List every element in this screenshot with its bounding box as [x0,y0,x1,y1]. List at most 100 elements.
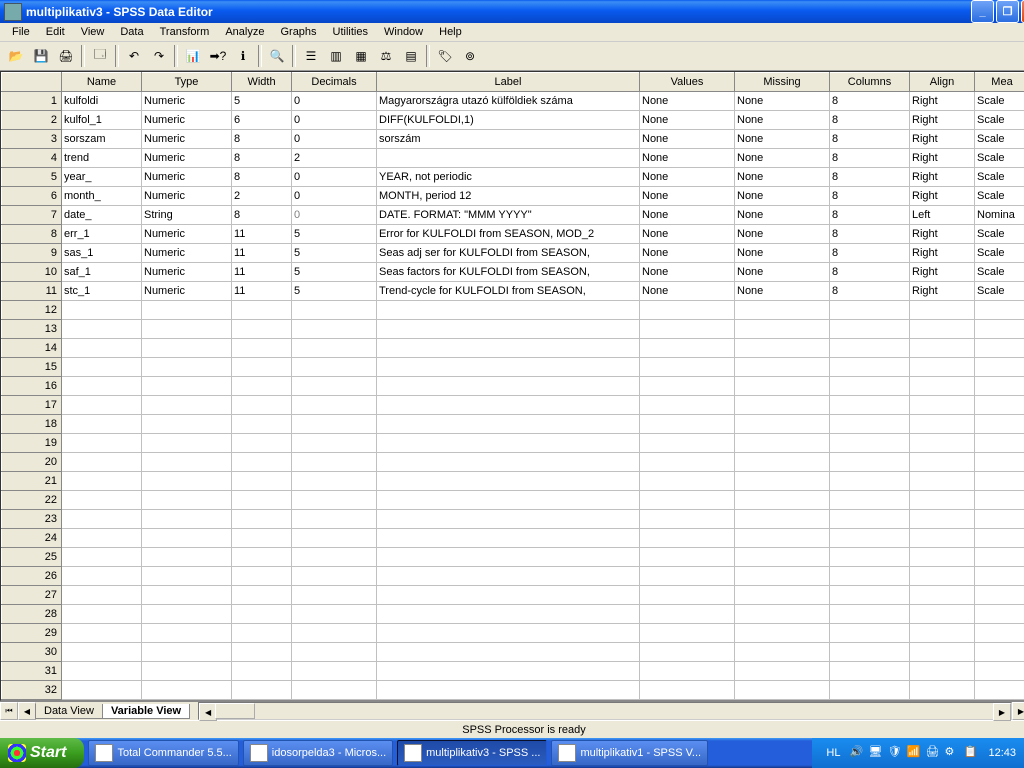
cell-width[interactable]: 8 [232,130,292,149]
empty-cell[interactable] [975,681,1024,700]
empty-cell[interactable] [377,396,640,415]
taskbar-task[interactable]: multiplikativ1 - SPSS V... [551,740,708,766]
empty-cell[interactable] [975,586,1024,605]
menu-transform[interactable]: Transform [152,24,218,40]
table-row[interactable]: 16 [2,377,1024,396]
cell-width[interactable]: 6 [232,111,292,130]
table-row[interactable]: 22 [2,491,1024,510]
cell-missing[interactable]: None [735,263,830,282]
empty-cell[interactable] [292,320,377,339]
empty-cell[interactable] [640,339,735,358]
empty-cell[interactable] [232,567,292,586]
empty-cell[interactable] [142,377,232,396]
empty-cell[interactable] [910,358,975,377]
empty-cell[interactable] [910,339,975,358]
table-row[interactable]: 9sas_1Numeric115Seas adj ser for KULFOLD… [2,244,1024,263]
menu-utilities[interactable]: Utilities [325,24,376,40]
cell-align[interactable]: Right [910,130,975,149]
empty-cell[interactable] [232,358,292,377]
empty-cell[interactable] [910,377,975,396]
empty-cell[interactable] [142,320,232,339]
empty-cell[interactable] [292,301,377,320]
empty-cell[interactable] [142,624,232,643]
empty-cell[interactable] [830,548,910,567]
table-row[interactable]: 29 [2,624,1024,643]
empty-cell[interactable] [640,472,735,491]
empty-cell[interactable] [975,567,1024,586]
empty-cell[interactable] [735,396,830,415]
table-row[interactable]: 24 [2,529,1024,548]
empty-cell[interactable] [975,358,1024,377]
empty-cell[interactable] [62,396,142,415]
empty-cell[interactable] [292,662,377,681]
empty-cell[interactable] [910,548,975,567]
empty-cell[interactable] [62,339,142,358]
empty-cell[interactable] [62,491,142,510]
empty-cell[interactable] [292,396,377,415]
empty-cell[interactable] [735,453,830,472]
empty-cell[interactable] [830,605,910,624]
cell-label[interactable]: sorszám [377,130,640,149]
cell-measure[interactable]: Scale [975,244,1024,263]
horizontal-scrollbar[interactable]: ◀ ▶ [198,702,1012,720]
cell-missing[interactable]: None [735,244,830,263]
table-row[interactable]: 18 [2,415,1024,434]
nav-next-icon[interactable]: ▶ [1012,702,1024,720]
empty-cell[interactable] [62,605,142,624]
cell-missing[interactable]: None [735,111,830,130]
insert-case-icon[interactable]: ☰ [299,44,323,68]
table-row[interactable]: 30 [2,643,1024,662]
cell-decimals[interactable]: 2 [292,149,377,168]
row-header[interactable]: 29 [2,624,62,643]
table-row[interactable]: 2kulfol_1Numeric60DIFF(KULFOLDI,1)NoneNo… [2,111,1024,130]
cell-measure[interactable]: Scale [975,168,1024,187]
empty-cell[interactable] [830,510,910,529]
cell-measure[interactable]: Nomina [975,206,1024,225]
empty-cell[interactable] [232,415,292,434]
table-row[interactable]: 7date_String80DATE. FORMAT: "MMM YYYY"No… [2,206,1024,225]
empty-cell[interactable] [142,567,232,586]
empty-cell[interactable] [377,586,640,605]
empty-cell[interactable] [142,586,232,605]
empty-cell[interactable] [830,434,910,453]
cell-label[interactable]: MONTH, period 12 [377,187,640,206]
row-header[interactable]: 13 [2,320,62,339]
empty-cell[interactable] [830,320,910,339]
cell-values[interactable]: None [640,149,735,168]
empty-cell[interactable] [975,529,1024,548]
tray-icon[interactable]: ⚙ [944,745,960,761]
cell-width[interactable]: 8 [232,206,292,225]
cell-width[interactable]: 5 [232,92,292,111]
empty-cell[interactable] [62,662,142,681]
empty-cell[interactable] [232,339,292,358]
empty-cell[interactable] [292,624,377,643]
empty-cell[interactable] [232,510,292,529]
row-header[interactable]: 10 [2,263,62,282]
empty-cell[interactable] [830,662,910,681]
row-header[interactable]: 15 [2,358,62,377]
row-header[interactable]: 19 [2,434,62,453]
empty-cell[interactable] [62,301,142,320]
tray-icon[interactable]: 🛡 [887,745,903,761]
empty-cell[interactable] [377,491,640,510]
row-header[interactable]: 2 [2,111,62,130]
empty-cell[interactable] [975,301,1024,320]
cell-values[interactable]: None [640,282,735,301]
empty-cell[interactable] [975,491,1024,510]
empty-cell[interactable] [377,624,640,643]
empty-cell[interactable] [830,339,910,358]
empty-cell[interactable] [142,339,232,358]
empty-cell[interactable] [735,662,830,681]
cell-name[interactable]: stc_1 [62,282,142,301]
empty-cell[interactable] [62,681,142,700]
empty-cell[interactable] [910,529,975,548]
cell-align[interactable]: Right [910,263,975,282]
empty-cell[interactable] [142,434,232,453]
cell-align[interactable]: Right [910,282,975,301]
cell-name[interactable]: kulfoldi [62,92,142,111]
tray-icon[interactable]: 📶 [906,745,922,761]
row-header[interactable]: 1 [2,92,62,111]
empty-cell[interactable] [377,434,640,453]
cell-measure[interactable]: Scale [975,130,1024,149]
empty-cell[interactable] [975,548,1024,567]
